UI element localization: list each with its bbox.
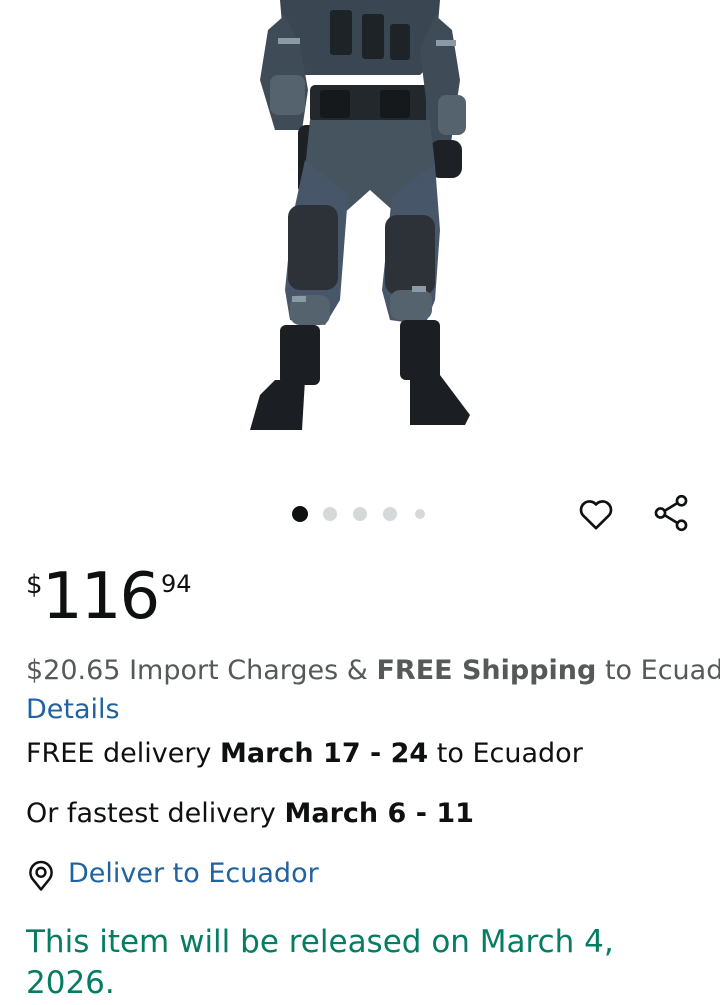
free-delivery-dates: March 17 - 24 — [220, 738, 429, 769]
product-image[interactable] — [230, 0, 490, 440]
carousel-dot-3[interactable] — [353, 507, 367, 521]
import-charges-line: $20.65 Import Charges & FREE Shipping to… — [26, 655, 720, 686]
price-whole: 116 — [42, 560, 160, 634]
free-delivery-suffix: to Ecuador — [436, 738, 583, 769]
carousel-dot-5[interactable] — [415, 509, 425, 519]
deliver-to-link[interactable]: Deliver to Ecuador — [68, 858, 319, 889]
carousel-dot-4[interactable] — [383, 507, 397, 521]
fastest-delivery-dates: March 6 - 11 — [284, 798, 474, 829]
free-delivery-line: FREE delivery March 17 - 24 to Ecuador — [26, 738, 583, 769]
details-link[interactable]: Details — [26, 694, 120, 725]
free-shipping-label: FREE Shipping — [376, 655, 597, 686]
price-currency-symbol: $ — [26, 570, 43, 600]
share-icon[interactable] — [650, 492, 692, 534]
import-charges-text: Import Charges & — [129, 655, 368, 686]
carousel-dot-1[interactable] — [292, 506, 308, 522]
heart-outline-icon[interactable] — [576, 494, 616, 534]
location-pin-icon — [29, 860, 53, 891]
release-notice: This item will be released on March 4, 2… — [26, 924, 614, 1001]
import-destination: to Ecuador — [604, 655, 720, 686]
import-charges-amount: $20.65 — [26, 655, 121, 686]
carousel-dot-2[interactable] — [323, 507, 337, 521]
fastest-delivery-prefix: Or fastest delivery — [26, 798, 276, 829]
price-fraction: 94 — [161, 570, 192, 598]
fastest-delivery-line: Or fastest delivery March 6 - 11 — [26, 798, 474, 829]
free-delivery-prefix: FREE delivery — [26, 738, 212, 769]
